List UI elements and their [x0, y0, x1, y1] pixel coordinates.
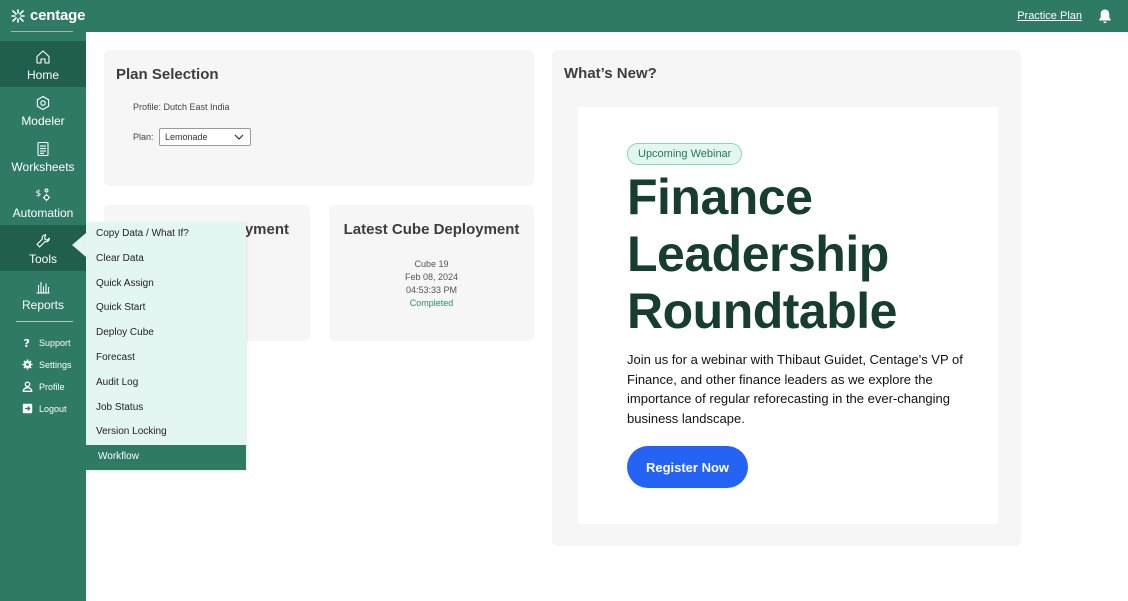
logo-text: centage: [30, 7, 86, 24]
sidebar-divider: [16, 321, 73, 322]
cube-date: Feb 08, 2024: [404, 272, 459, 282]
reports-icon: [36, 282, 50, 294]
menu-item-version-locking[interactable]: Version Locking: [86, 420, 246, 445]
sidebar-item-automation[interactable]: $ Automation: [0, 179, 86, 225]
sidebar-item-home[interactable]: Home: [0, 41, 86, 87]
webinar-headline: Finance Leadership Roundtable: [627, 169, 897, 339]
logout-icon: [22, 403, 33, 414]
latest-cube-card: Latest Cube Deployment Cube 19 Feb 08, 2…: [329, 205, 534, 341]
menu-item-job-status[interactable]: Job Status: [86, 396, 246, 421]
automation-icon: $: [36, 188, 51, 202]
whats-new-card: What’s New? Upcoming Webinar Finance Lea…: [552, 50, 1021, 546]
tools-icon: [36, 234, 50, 248]
svg-text:$: $: [36, 189, 42, 199]
home-icon: [36, 50, 50, 64]
whats-new-title: What’s New?: [564, 65, 657, 82]
logo[interactable]: centage: [11, 7, 85, 24]
plan-select-value: Lemonade: [165, 132, 208, 142]
menu-item-clear-data[interactable]: Clear Data: [86, 247, 246, 272]
modeler-icon: [36, 95, 50, 111]
svg-text:?: ?: [24, 337, 30, 348]
gear-icon: [22, 359, 33, 370]
sidebar-item-modeler[interactable]: Modeler: [0, 87, 86, 133]
sidebar-item-reports[interactable]: Reports: [0, 271, 86, 317]
chevron-down-icon: [234, 134, 244, 140]
webinar-badge: Upcoming Webinar: [627, 143, 743, 165]
sidebar-item-label: Automation: [12, 206, 74, 220]
sidebar-item-settings[interactable]: Settings: [22, 359, 72, 370]
sidebar-util-label: Logout: [39, 403, 67, 414]
menu-item-quick-assign[interactable]: Quick Assign: [86, 272, 246, 297]
sidebar: Home Modeler Worksheets $ Automation Too…: [0, 32, 86, 601]
sidebar-util-label: Profile: [39, 381, 65, 392]
tools-menu: Copy Data / What If? Clear Data Quick As…: [86, 222, 246, 470]
menu-item-quick-start[interactable]: Quick Start: [86, 296, 246, 321]
sidebar-item-label: Worksheets: [11, 160, 75, 174]
sidebar-util-label: Support: [39, 337, 71, 348]
sidebar-item-logout[interactable]: Logout: [22, 403, 67, 414]
menu-item-copy-data[interactable]: Copy Data / What If?: [86, 222, 246, 247]
sidebar-item-profile[interactable]: Profile: [22, 381, 65, 392]
bell-icon[interactable]: [1098, 8, 1112, 24]
latest-cube-title: Latest Cube Deployment: [343, 221, 520, 238]
sidebar-item-label: Home: [26, 68, 59, 82]
user-icon: [22, 381, 33, 392]
profile-text: Profile: Dutch East India: [133, 102, 230, 112]
plan-selection-card: Plan Selection Profile: Dutch East India…: [104, 50, 534, 186]
menu-item-deploy-cube[interactable]: Deploy Cube: [86, 321, 246, 346]
sidebar-util-label: Settings: [39, 359, 72, 370]
cube-time: 04:53:33 PM: [405, 285, 458, 295]
cube-info: Cube 19 Feb 08, 2024 04:53:33 PM Complet…: [329, 258, 534, 310]
plan-select[interactable]: Lemonade: [159, 128, 251, 146]
sidebar-item-label: Tools: [28, 252, 57, 266]
menu-item-workflow[interactable]: Workflow: [86, 445, 246, 470]
logo-mark-icon: [11, 8, 25, 23]
webinar-description: Join us for a webinar with Thibaut Guide…: [627, 352, 963, 426]
plan-label: Plan:: [133, 132, 154, 142]
sidebar-item-worksheets[interactable]: Worksheets: [0, 133, 86, 179]
sidebar-item-label: Reports: [21, 298, 65, 312]
sidebar-item-support[interactable]: ? Support: [22, 337, 71, 348]
menu-caret: [72, 233, 86, 257]
practice-plan-link[interactable]: Practice Plan: [1017, 10, 1082, 22]
help-icon: ?: [24, 337, 30, 348]
plan-selection-title: Plan Selection: [116, 66, 219, 83]
register-now-button[interactable]: Register Now: [627, 446, 748, 488]
top-bar: centage Practice Plan: [0, 0, 1128, 32]
menu-item-forecast[interactable]: Forecast: [86, 346, 246, 371]
menu-item-audit-log[interactable]: Audit Log: [86, 371, 246, 396]
cube-status: Completed: [409, 298, 454, 308]
cube-name: Cube 19: [414, 259, 449, 269]
sidebar-item-label: Modeler: [21, 114, 65, 128]
worksheets-icon: [37, 141, 49, 157]
webinar-banner: Upcoming Webinar Finance Leadership Roun…: [578, 107, 998, 524]
